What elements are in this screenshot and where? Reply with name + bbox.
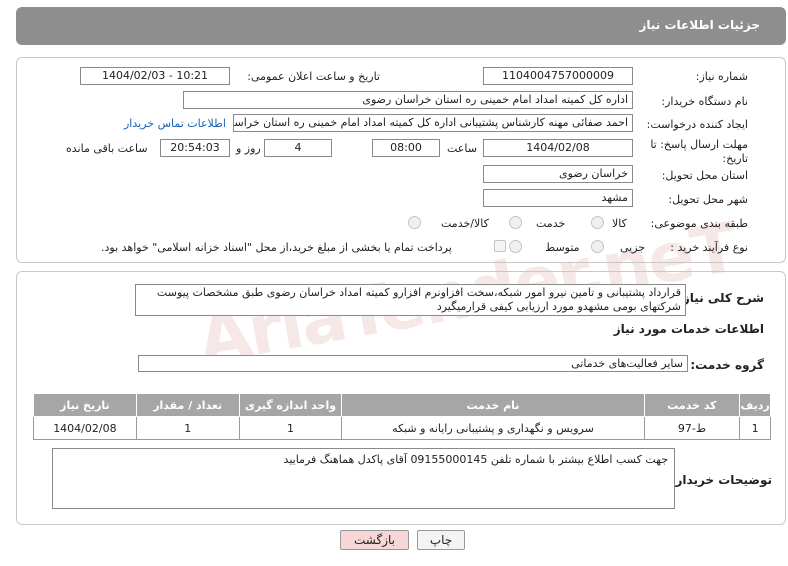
deadline-hour-field: 08:00: [372, 139, 440, 157]
need-number-label: شماره نیاز:: [695, 70, 748, 83]
days-field: 4: [264, 139, 332, 157]
service-group-field: سایر فعالیت‌های خدماتی: [138, 355, 688, 372]
treasury-payment-checkbox[interactable]: [494, 240, 506, 252]
buyer-notes-label: توضیحات خریدار:: [670, 473, 772, 487]
cell-service-name: سرویس و نگهداری و پشتیبانی رایانه و شبکه: [341, 416, 645, 440]
remaining-label: ساعت باقی مانده: [66, 142, 148, 155]
announce-field: 1404/02/03 - 10:21: [80, 67, 230, 85]
deadline-date-field: 1404/02/08: [483, 139, 633, 157]
table-row: 1 ط-97 سرویس و نگهداری و پشتیبانی رایانه…: [33, 416, 771, 440]
announce-label: تاریخ و ساعت اعلان عمومی:: [247, 70, 380, 83]
category-option-goods-service: کالا/خدمت: [441, 217, 489, 230]
services-table: ردیف کد خدمت نام خدمت واحد اندازه گیری ت…: [33, 393, 771, 440]
category-radio-goods[interactable]: [591, 216, 604, 229]
col-need-date: تاریخ نیاز: [33, 393, 137, 417]
process-radio-medium[interactable]: [509, 240, 522, 253]
category-option-goods: کالا: [612, 217, 627, 230]
col-row: ردیف: [739, 393, 771, 417]
process-option-medium: متوسط: [545, 241, 580, 254]
requester-field: احمد صفائی مهنه کارشناس پشتیبانی اداره ک…: [233, 114, 633, 132]
back-button[interactable]: بازگشت: [340, 530, 409, 550]
service-group-label: گروه خدمت:: [690, 358, 764, 372]
days-label: روز و: [236, 142, 261, 155]
process-label: نوع فرآیند خرید :: [670, 241, 748, 254]
process-option-minor: جزیی: [620, 241, 646, 254]
buyer-org-field: اداره کل کمیته امداد امام خمینی ره استان…: [183, 91, 633, 109]
deadline-label: مهلت ارسال پاسخ: تا تاریخ:: [650, 138, 748, 165]
category-label: طبقه بندی موضوعی:: [650, 217, 748, 230]
buyer-notes-textarea[interactable]: جهت کسب اطلاع بیشتر با شماره تلفن 091550…: [52, 448, 675, 509]
col-unit: واحد اندازه گیری: [238, 393, 343, 417]
province-field: خراسان رضوی: [483, 165, 633, 183]
province-label: استان محل تحویل:: [661, 169, 748, 182]
payment-note: پرداخت تمام یا بخشی از مبلغ خرید،از محل …: [101, 241, 452, 254]
description-textarea[interactable]: قرارداد پشتیبانی و تامین نیرو امور شبکه،…: [135, 284, 686, 316]
process-radio-minor[interactable]: [591, 240, 604, 253]
print-button[interactable]: چاپ: [417, 530, 465, 550]
description-label: شرح کلی نیاز:: [678, 291, 764, 305]
city-label: شهر محل تحویل:: [668, 193, 748, 206]
remaining-time-field: 20:54:03: [160, 139, 230, 157]
category-radio-service[interactable]: [509, 216, 522, 229]
city-field: مشهد: [483, 189, 633, 207]
page-header: جزئیات اطلاعات نیاز: [16, 7, 786, 45]
services-section-title: اطلاعات خدمات مورد نیاز: [613, 322, 764, 336]
services-table-header: ردیف کد خدمت نام خدمت واحد اندازه گیری ت…: [33, 393, 771, 417]
cell-quantity: 1: [135, 416, 240, 440]
cell-need-date: 1404/02/08: [33, 416, 137, 440]
cell-unit: 1: [238, 416, 343, 440]
buyer-org-label: نام دستگاه خریدار:: [661, 95, 748, 108]
col-quantity: تعداد / مقدار: [135, 393, 240, 417]
deadline-hour-label: ساعت: [447, 142, 477, 155]
cell-row: 1: [739, 416, 771, 440]
col-service-name: نام خدمت: [341, 393, 645, 417]
requester-label: ایجاد کننده درخواست:: [646, 118, 748, 131]
cell-service-code: ط-97: [643, 416, 741, 440]
contact-buyer-link[interactable]: اطلاعات تماس خریدار: [124, 117, 226, 130]
page-title: جزئیات اطلاعات نیاز: [639, 18, 760, 32]
category-radio-goods-service[interactable]: [408, 216, 421, 229]
need-number-field: 1104004757000009: [483, 67, 633, 85]
category-option-service: خدمت: [536, 217, 566, 230]
col-service-code: کد خدمت: [643, 393, 741, 417]
